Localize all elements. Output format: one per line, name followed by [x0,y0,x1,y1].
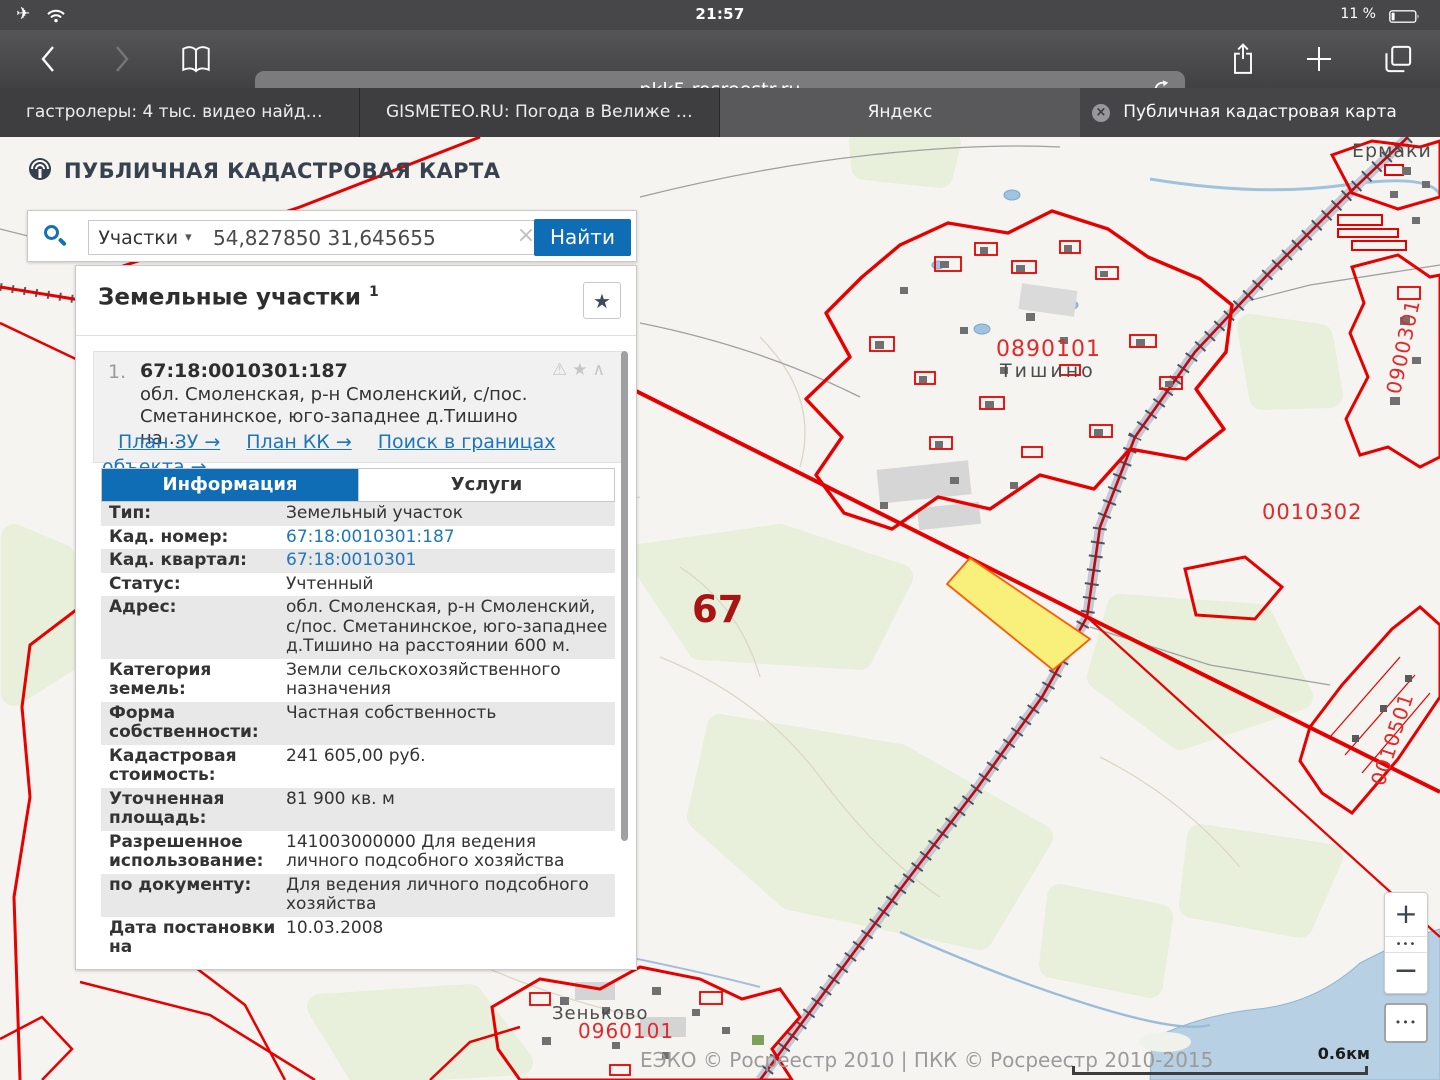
table-row: Категория земель:Земли сельскохозяйствен… [101,659,615,702]
battery-icon [1389,8,1420,27]
search-category-select[interactable]: Участки ▾ [88,220,202,255]
tab-2[interactable]: GISMETEO.RU: Погода в Велиже н… [360,88,720,137]
search-category-value: Участки [98,227,178,249]
results-title: Земельные участки 1 [98,284,379,311]
app-header: ПУБЛИЧНАЯ КАДАСТРОВАЯ КАРТА [28,155,500,187]
table-row: Тип:Земельный участок [101,502,615,526]
battery-percent: 11 % [1340,6,1376,22]
result-index: 1. [108,361,126,383]
tab-information[interactable]: Информация [102,469,358,501]
results-header: Земельные участки 1 ★ [76,266,636,336]
warning-icon[interactable]: ⚠ [552,360,572,380]
search-input[interactable] [201,220,535,255]
search-icon [44,225,68,249]
link-plan-kk[interactable]: План КК → [246,431,351,453]
label-0010302: 0010302 [1262,500,1363,524]
result-cadastral-number: 67:18:0010301:187 [140,360,348,382]
safari-toolbar: pkk5.rosreestr.ru [0,30,1440,88]
table-row: Уточненная площадь:81 900 кв. м [101,788,615,831]
label-0900301: 0900301 [1381,297,1424,396]
link-plan-zu[interactable]: План ЗУ → [118,431,220,453]
collapse-icon[interactable]: ∧ [593,360,610,380]
detail-tabs: Информация Услуги [101,468,615,502]
star-icon[interactable]: ★ [572,360,592,380]
tab-close-icon[interactable]: × [1092,104,1110,122]
label-0890101: 0890101 [996,337,1101,362]
tab-4-title: Публичная кадастровая карта [1123,102,1397,122]
favorites-button[interactable]: ★ [583,282,621,319]
map-tools-button[interactable]: ••• [1384,1003,1428,1043]
tab-services[interactable]: Услуги [358,469,614,501]
chevron-down-icon: ▾ [185,230,192,245]
scale-bar [1072,1066,1368,1075]
search-bar: Участки ▾ × Найти [27,210,637,262]
tab-4-active[interactable]: × Публичная кадастровая карта [1080,88,1440,137]
info-table: Тип:Земельный участок Кад. номер:67:18:0… [101,502,615,960]
label-tishino: Тишино [999,360,1096,382]
search-button[interactable]: Найти [534,219,631,256]
results-count: 1 [369,284,379,300]
results-panel: Земельные участки 1 ★ 1. 67:18:0010301:1… [75,265,637,970]
table-row: Кад. номер:67:18:0010301:187 [101,526,615,550]
map-zoom-controls: + ••• − [1384,892,1428,994]
zoom-out-button[interactable]: − [1385,953,1427,993]
tab-1[interactable]: гастролеры: 4 тыс. видео найдено… [0,88,360,137]
pkk-logo-icon [28,155,54,187]
table-row: Статус:Учтенный [101,573,615,597]
share-icon[interactable] [1222,30,1264,88]
cad-number-link[interactable]: 67:18:0010301:187 [286,526,615,550]
clock: 21:57 [0,5,1440,23]
table-row: Дата постановки на10.03.2008 [101,917,615,960]
selected-parcel[interactable] [947,558,1090,670]
zoom-in-button[interactable]: + [1385,893,1427,936]
forward-button[interactable] [104,30,140,88]
tab-3[interactable]: Яндекс [720,88,1080,137]
scale-label: 0.6км [1270,1044,1370,1063]
tabs-overview-icon[interactable] [1376,30,1420,88]
label-region-67: 67 [692,588,744,631]
table-row: Форма собственности:Частная собственност… [101,702,615,745]
back-button[interactable] [30,30,66,88]
result-icons: ⚠★∧ [552,360,610,380]
bookmarks-icon[interactable] [174,30,218,88]
panel-scrollbar[interactable] [621,351,628,841]
label-ermaki: Ермаки [1352,140,1432,162]
tab-bar: гастролеры: 4 тыс. видео найдено… GISMET… [0,88,1440,137]
result-card[interactable]: 1. 67:18:0010301:187 ⚠★∧ обл. Смоленская… [93,351,623,463]
table-row: по документу:Для ведения личного подсобн… [101,874,615,917]
app-title: ПУБЛИЧНАЯ КАДАСТРОВАЯ КАРТА [64,159,500,183]
table-row: Кадастровая стоимость:241 605,00 руб. [101,745,615,788]
screen: ✈ 21:57 11 % [0,0,1440,1080]
table-row: Адрес:обл. Смоленская, р-н Смоленский, с… [101,596,615,659]
table-row: Разрешенное использование:141003000000 Д… [101,831,615,874]
label-0960101: 0960101 [578,1019,674,1043]
new-tab-icon[interactable] [1298,30,1340,88]
status-bar: ✈ 21:57 11 % [0,0,1440,30]
cad-quarter-link[interactable]: 67:18:0010301 [286,549,615,573]
table-row: Кад. квартал:67:18:0010301 [101,549,615,573]
zoom-more-icon[interactable]: ••• [1385,936,1427,953]
